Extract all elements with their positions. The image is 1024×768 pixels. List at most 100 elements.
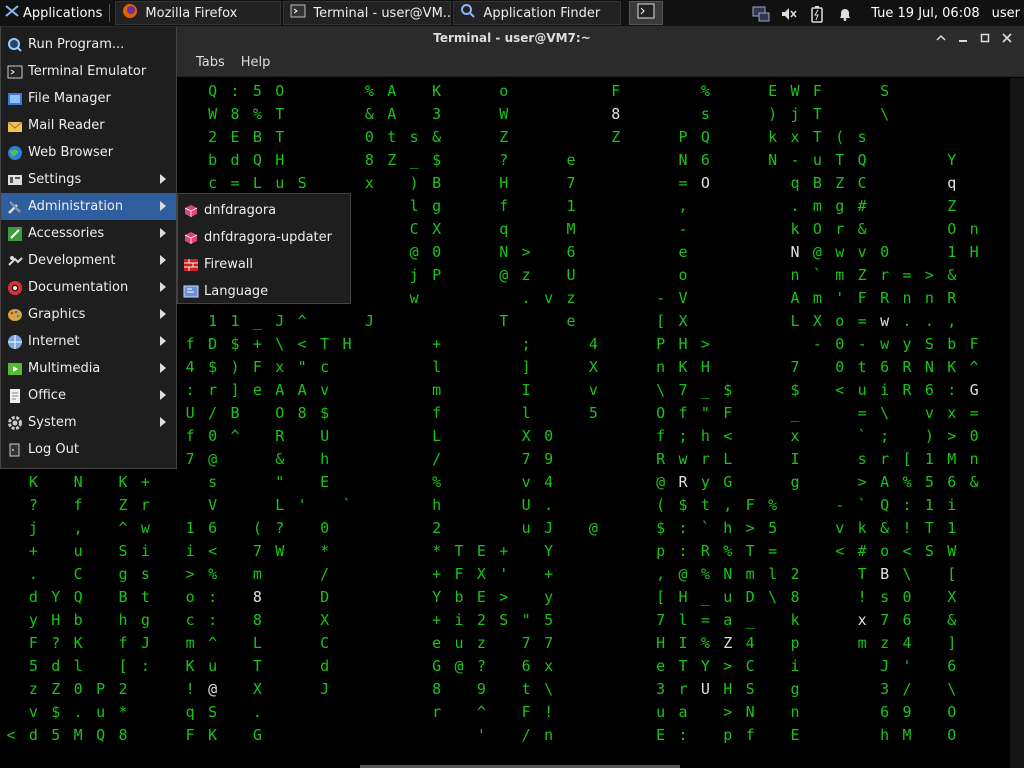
rain-char: ^ <box>969 358 979 376</box>
rain-char: ( <box>252 519 262 537</box>
rain-char: H <box>700 358 710 376</box>
menu-item-accessories[interactable]: Accessories <box>1 220 176 247</box>
submenu-item-dnfdragora-updater[interactable]: dnfdragora-updater <box>178 224 350 251</box>
clock[interactable]: Tue 19 Jul, 06:08 <box>871 6 979 21</box>
rain-char: $ <box>790 381 800 399</box>
rain-char: = <box>700 611 710 629</box>
rain-char: % <box>432 473 442 491</box>
accessories-icon <box>6 225 23 242</box>
battery-icon[interactable] <box>806 3 828 25</box>
rain-char: R <box>947 289 957 307</box>
rain-char: X <box>947 588 957 606</box>
rain-char: > <box>745 519 755 537</box>
rain-char: g <box>790 680 800 698</box>
rain-line: ? f Zr V L ' ` h U.($ t, F% - ` Q:1 i <box>0 494 1000 517</box>
rain-char: = <box>768 542 778 560</box>
menu-item-label: File Manager <box>28 91 111 106</box>
package-icon <box>182 229 199 246</box>
rain-char: y <box>544 588 554 606</box>
rain-char: " <box>275 473 285 491</box>
menu-item-terminal-emulator[interactable]: Terminal Emulator <box>1 58 176 85</box>
menu-item-label: Administration <box>28 199 124 214</box>
menu-item-system[interactable]: System <box>1 409 176 436</box>
rain-char: & <box>432 128 442 146</box>
menu-item-log-out[interactable]: Log Out <box>1 436 176 463</box>
hide-button[interactable] <box>952 29 974 47</box>
notifications-bell-icon[interactable] <box>834 3 856 25</box>
rain-char: & <box>947 266 957 284</box>
menu-help[interactable]: Help <box>241 55 271 70</box>
menu-item-settings[interactable]: Settings <box>1 166 176 193</box>
rain-char: ; <box>521 335 531 353</box>
rain-char: v <box>835 519 845 537</box>
rain-char: x <box>790 427 800 445</box>
network-icon[interactable] <box>750 3 772 25</box>
menu-item-graphics[interactable]: Graphics <box>1 301 176 328</box>
menu-item-run-program[interactable]: Run Program... <box>1 31 176 58</box>
rain-char: 9 <box>476 680 486 698</box>
volume-muted-icon[interactable] <box>778 3 800 25</box>
submenu-item-language[interactable]: Language <box>178 278 350 305</box>
close-button[interactable] <box>996 29 1018 47</box>
rain-char: # <box>857 197 867 215</box>
menu-item-multimedia[interactable]: Multimedia <box>1 355 176 382</box>
rain-char: D <box>208 335 218 353</box>
menu-item-label: Web Browser <box>28 145 114 160</box>
rain-char: 7 <box>544 634 554 652</box>
rain-char: + <box>28 542 38 560</box>
rain-char: u <box>656 703 666 721</box>
rain-char: > <box>185 565 195 583</box>
rain-char: z <box>28 680 38 698</box>
maximize-button[interactable] <box>974 29 996 47</box>
rain-char: S <box>880 82 890 100</box>
rain-char: c <box>185 611 195 629</box>
menu-item-development[interactable]: Development <box>1 247 176 274</box>
rain-char: T <box>745 542 755 560</box>
firewall-icon <box>182 256 199 273</box>
rain-char: ; <box>678 427 688 445</box>
gear-icon <box>6 414 23 431</box>
task-terminal[interactable]: Terminal - user@VM... <box>283 1 452 25</box>
rain-char: s <box>409 128 419 146</box>
rain-char: Q <box>700 128 710 146</box>
rain-char: % <box>723 542 733 560</box>
internet-icon <box>6 333 23 350</box>
rain-char: ; <box>880 427 890 445</box>
rain-char: 3 <box>656 680 666 698</box>
rain-char: 5 <box>28 657 38 675</box>
rain-char: F <box>611 82 621 100</box>
rain-char: ' <box>835 289 845 307</box>
submenu-item-dnfdragora[interactable]: dnfdragora <box>178 197 350 224</box>
submenu-arrow-icon <box>160 228 166 238</box>
vertical-scrollbar[interactable] <box>1010 78 1024 768</box>
workspace-terminal-button[interactable] <box>629 1 664 25</box>
menu-item-internet[interactable]: Internet <box>1 328 176 355</box>
submenu-item-firewall[interactable]: Firewall <box>178 251 350 278</box>
menu-item-web-browser[interactable]: Web Browser <box>1 139 176 166</box>
rain-char: . <box>252 703 262 721</box>
user-name[interactable]: user <box>992 6 1020 21</box>
task-firefox[interactable]: Mozilla Firefox <box>115 1 282 25</box>
applications-label: Applications <box>23 5 103 21</box>
menu-item-administration[interactable]: Administration <box>1 193 176 220</box>
rain-char: : <box>208 588 218 606</box>
rain-char: y <box>902 335 912 353</box>
rain-char: 7 <box>566 174 576 192</box>
menu-tabs[interactable]: Tabs <box>196 55 225 70</box>
menu-item-documentation[interactable]: Documentation <box>1 274 176 301</box>
rain-char: b <box>454 588 464 606</box>
applications-menu-button[interactable]: Applications <box>0 0 106 27</box>
rain-char: B <box>230 404 240 422</box>
task-app-finder[interactable]: Application Finder <box>453 1 622 25</box>
rain-char: R <box>902 358 912 376</box>
menu-item-mail-reader[interactable]: Mail Reader <box>1 112 176 139</box>
rain-char: 6 <box>880 703 890 721</box>
rain-char: T <box>499 312 509 330</box>
menu-item-office[interactable]: Office <box>1 382 176 409</box>
minimize-button[interactable] <box>930 29 952 47</box>
rain-char: 0 <box>544 427 554 445</box>
rain-char: ! <box>185 680 195 698</box>
menu-item-file-manager[interactable]: File Manager <box>1 85 176 112</box>
rain-char: f <box>432 404 442 422</box>
rain-char: 5 <box>924 473 934 491</box>
